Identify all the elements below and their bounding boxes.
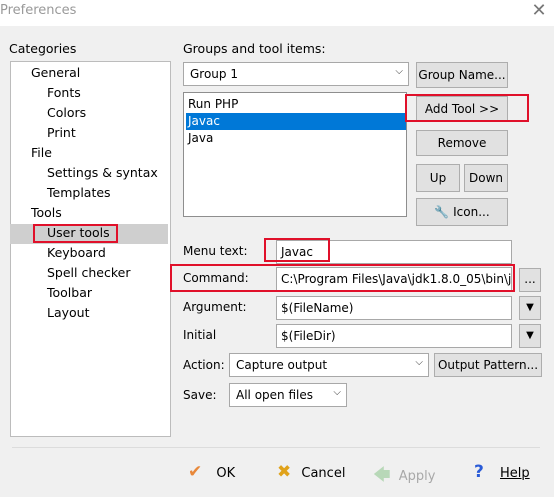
tree-item-print[interactable]: Print bbox=[47, 125, 76, 140]
action-label: Action: bbox=[183, 358, 225, 372]
up-button[interactable]: Up bbox=[416, 164, 460, 192]
x-icon: ✖ bbox=[277, 462, 292, 482]
checkmark-icon: ✔ bbox=[188, 462, 203, 482]
categories-label: Categories bbox=[9, 41, 77, 56]
tree-item-general[interactable]: General bbox=[31, 65, 80, 80]
menu-text-highlight-box bbox=[264, 238, 330, 262]
action-select[interactable]: Capture output ⌵ bbox=[229, 353, 429, 377]
tool-item-run-php[interactable]: Run PHP bbox=[186, 96, 406, 113]
help-button[interactable]: ? Help bbox=[474, 462, 530, 482]
triangle-down-icon: ▼ bbox=[526, 330, 534, 341]
initial-dropdown-button[interactable]: ▼ bbox=[519, 324, 541, 348]
arrow-left-icon: 🡄 bbox=[373, 465, 391, 485]
ok-button[interactable]: ✔ OK bbox=[188, 462, 235, 482]
wrench-icon: 🔧 bbox=[434, 205, 450, 219]
group-select[interactable]: Group 1 ⌵ bbox=[183, 62, 409, 86]
icon-button-label: Icon... bbox=[453, 205, 490, 219]
save-select[interactable]: All open files ⌵ bbox=[229, 383, 347, 407]
window-title: Preferences bbox=[0, 3, 77, 18]
footer-divider bbox=[12, 447, 540, 448]
tree-item-layout[interactable]: Layout bbox=[47, 305, 90, 320]
ok-label: OK bbox=[216, 466, 236, 481]
cancel-button[interactable]: ✖ Cancel bbox=[277, 462, 345, 482]
tool-item-javac[interactable]: Javac bbox=[186, 113, 406, 130]
save-select-value: All open files bbox=[236, 388, 313, 402]
command-highlight-box bbox=[170, 264, 515, 292]
remove-button[interactable]: Remove bbox=[416, 130, 508, 156]
initial-label: Initial bbox=[183, 328, 217, 342]
group-name-button[interactable]: Group Name... bbox=[416, 62, 508, 88]
tree-item-tools[interactable]: Tools bbox=[31, 205, 62, 220]
groups-label: Groups and tool items: bbox=[183, 41, 326, 56]
initial-value: $(FileDir) bbox=[281, 329, 336, 343]
save-label: Save: bbox=[183, 388, 217, 402]
apply-label: Apply bbox=[398, 469, 436, 484]
user-tools-highlight-box bbox=[33, 224, 118, 243]
chevron-down-icon: ⌵ bbox=[333, 387, 341, 398]
tool-list[interactable]: Run PHP Javac Java bbox=[183, 92, 407, 217]
triangle-down-icon: ▼ bbox=[526, 302, 534, 313]
argument-dropdown-button[interactable]: ▼ bbox=[519, 296, 541, 320]
cancel-label: Cancel bbox=[301, 466, 346, 481]
tree-item-templates[interactable]: Templates bbox=[47, 185, 111, 200]
argument-label: Argument: bbox=[183, 300, 247, 314]
title-bar bbox=[0, 0, 554, 26]
icon-button[interactable]: 🔧 Icon... bbox=[416, 198, 508, 226]
action-select-value: Capture output bbox=[236, 358, 328, 372]
question-icon: ? bbox=[474, 462, 484, 482]
browse-button[interactable]: ... bbox=[519, 268, 541, 292]
chevron-down-icon: ⌵ bbox=[395, 66, 403, 77]
tree-item-file[interactable]: File bbox=[31, 145, 52, 160]
chevron-down-icon: ⌵ bbox=[415, 357, 423, 368]
tree-item-spell-checker[interactable]: Spell checker bbox=[47, 265, 130, 280]
group-select-value: Group 1 bbox=[190, 67, 238, 81]
tree-item-keyboard[interactable]: Keyboard bbox=[47, 245, 106, 260]
argument-value: $(FileName) bbox=[281, 301, 354, 315]
tool-item-java[interactable]: Java bbox=[186, 130, 406, 147]
tree-item-fonts[interactable]: Fonts bbox=[47, 85, 81, 100]
apply-button[interactable]: 🡄 Apply bbox=[373, 462, 435, 491]
tree-item-colors[interactable]: Colors bbox=[47, 105, 86, 120]
down-button[interactable]: Down bbox=[464, 164, 508, 192]
argument-field[interactable]: $(FileName) bbox=[276, 296, 512, 320]
initial-field[interactable]: $(FileDir) bbox=[276, 324, 512, 348]
menu-text-label: Menu text: bbox=[183, 244, 248, 258]
close-icon[interactable]: ✕ bbox=[528, 0, 550, 24]
tree-item-settings-syntax[interactable]: Settings & syntax bbox=[47, 165, 158, 180]
output-pattern-button[interactable]: Output Pattern... bbox=[434, 353, 542, 377]
tree-item-toolbar[interactable]: Toolbar bbox=[47, 285, 92, 300]
add-tool-highlight-box bbox=[405, 94, 529, 122]
help-label: Help bbox=[500, 466, 530, 481]
